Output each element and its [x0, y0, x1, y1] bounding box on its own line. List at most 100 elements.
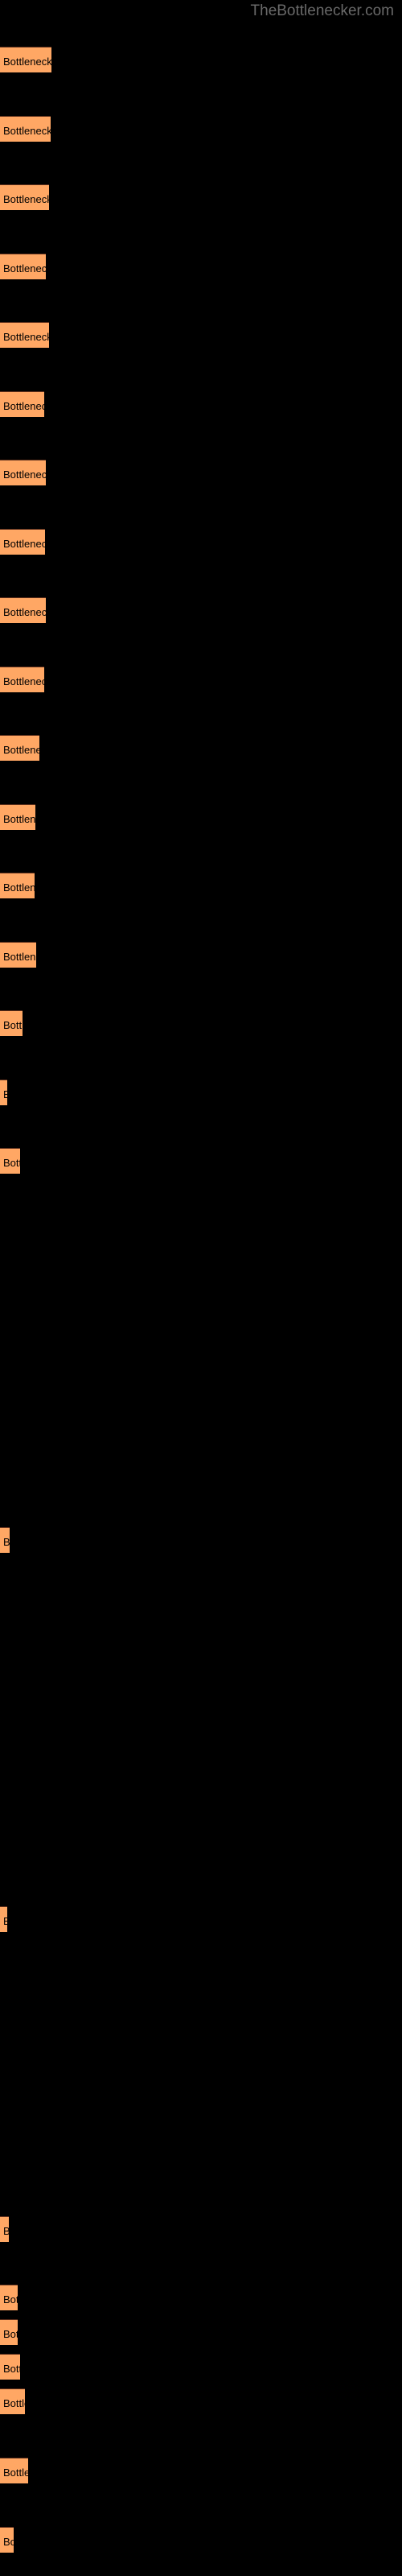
bar-label: Bottleneck result — [3, 2467, 28, 2479]
chart-bar: Bottleneck result — [0, 1148, 20, 1174]
chart-bar: Bottleneck result — [0, 2388, 25, 2414]
chart-bar: Bottleneck result — [0, 460, 46, 485]
chart-bar: Bottleneck result — [0, 184, 49, 210]
chart-bar: Bottleneck result — [0, 1010, 23, 1036]
bar-row: Bottleneck result — [0, 873, 402, 898]
bar-row: Bottleneck result — [0, 2285, 402, 2310]
chart-bar: Bottleneck result — [0, 1527, 10, 1553]
bar-row: Bottleneck result — [0, 667, 402, 692]
chart-bar: Bottleneck result — [0, 873, 35, 898]
bar-label-clip: Bottleneck result — [0, 667, 44, 692]
bar-label-clip: Bottleneck result — [0, 1080, 7, 1105]
bar-label-clip: Bottleneck result — [0, 2528, 14, 2553]
bar-label: Bottleneck result — [3, 1916, 7, 1926]
bar-label-clip: Bottleneck result — [0, 1907, 7, 1932]
bar-label-clip: Bottleneck result — [0, 1149, 20, 1174]
bar-label-clip: Bottleneck result — [0, 2458, 28, 2483]
bar-label-clip: Bottleneck result — [0, 2217, 9, 2242]
bar-label-clip: Bottleneck result — [0, 392, 44, 417]
bar-label: Bottleneck result — [3, 331, 49, 343]
bar-row: Bottleneck result — [0, 735, 402, 761]
bar-row: Bottleneck result — [0, 529, 402, 555]
bar-label: Bottleneck result — [3, 2226, 9, 2236]
bar-label: Bottleneck result — [3, 2363, 20, 2375]
bar-label: Bottleneck result — [3, 193, 49, 205]
bar-row: Bottleneck result — [0, 1080, 402, 1105]
bar-label: Bottleneck result — [3, 813, 35, 825]
bar-label-clip: Bottleneck result — [0, 185, 49, 210]
bar-label: Bottleneck result — [3, 1089, 7, 1100]
chart-bar: Bottleneck result — [0, 2354, 20, 2380]
chart-bar: Bottleneck result — [0, 2319, 18, 2345]
bar-label: Bottleneck result — [3, 1157, 20, 1169]
bar-label-clip: Bottleneck result — [0, 47, 51, 72]
chart-bar: Bottleneck result — [0, 1080, 7, 1105]
chart-bar: Bottleneck result — [0, 597, 46, 623]
bar-row: Bottleneck result — [0, 460, 402, 485]
chart-bar: Bottleneck result — [0, 2285, 18, 2310]
bar-row: Bottleneck result — [0, 254, 402, 279]
bar-row: Bottleneck result — [0, 2458, 402, 2483]
bar-row: Bottleneck result — [0, 116, 402, 142]
bar-label-clip: Bottleneck result — [0, 943, 36, 968]
bar-label: Bottleneck result — [3, 2397, 25, 2409]
chart-bar: Bottleneck result — [0, 1906, 7, 1932]
chart-bar: Bottleneck result — [0, 2216, 9, 2242]
bar-row: Bottleneck result — [0, 2319, 402, 2345]
chart-bar: Bottleneck result — [0, 47, 51, 72]
bar-label-clip: Bottleneck result — [0, 1011, 23, 1036]
chart-bar: Bottleneck result — [0, 116, 51, 142]
bar-label: Bottleneck result — [3, 400, 44, 412]
bar-row: Bottleneck result — [0, 184, 402, 210]
bar-label: Bottleneck result — [3, 262, 46, 275]
chart-bar: Bottleneck result — [0, 2458, 28, 2483]
chart-bar: Bottleneck result — [0, 667, 44, 692]
bar-label-clip: Bottleneck result — [0, 598, 46, 623]
bar-label-clip: Bottleneck result — [0, 530, 45, 555]
bar-label: Bottleneck result — [3, 675, 44, 687]
bar-label-clip: Bottleneck result — [0, 736, 39, 761]
bar-label: Bottleneck result — [3, 881, 35, 894]
chart-bar: Bottleneck result — [0, 391, 44, 417]
bar-label-clip: Bottleneck result — [0, 460, 46, 485]
bar-label: Bottleneck result — [3, 2536, 14, 2548]
bar-label-clip: Bottleneck result — [0, 2355, 20, 2380]
bar-label-clip: Bottleneck result — [0, 2389, 25, 2414]
bar-label-clip: Bottleneck result — [0, 2320, 18, 2345]
horizontal-bar-chart: Bottleneck result Bottleneck result Bottle… — [0, 0, 402, 2576]
bar-row: Bottleneck result — [0, 322, 402, 348]
bar-label: Bottleneck result — [3, 1019, 23, 1031]
bar-label: Bottleneck result — [3, 1536, 10, 1548]
chart-bar: Bottleneck result — [0, 804, 35, 830]
chart-bar: Bottleneck result — [0, 254, 46, 279]
bar-row: Bottleneck result — [0, 1148, 402, 1174]
bar-label: Bottleneck result — [3, 951, 36, 963]
bar-row: Bottleneck result — [0, 2388, 402, 2414]
chart-bar: Bottleneck result — [0, 2527, 14, 2553]
bar-label-clip: Bottleneck result — [0, 1528, 10, 1553]
chart-bar: Bottleneck result — [0, 322, 49, 348]
bar-row: Bottleneck result — [0, 2527, 402, 2553]
chart-bar: Bottleneck result — [0, 735, 39, 761]
bar-row: Bottleneck result — [0, 47, 402, 72]
bar-row: Bottleneck result — [0, 1010, 402, 1036]
bar-row: Bottleneck result — [0, 2216, 402, 2242]
bar-row: Bottleneck result — [0, 597, 402, 623]
bar-row: Bottleneck result — [0, 1906, 402, 1932]
bar-label-clip: Bottleneck result — [0, 2285, 18, 2310]
bar-label-clip: Bottleneck result — [0, 254, 46, 279]
bar-label-clip: Bottleneck result — [0, 117, 51, 142]
bar-row: Bottleneck result — [0, 804, 402, 830]
bar-label: Bottleneck result — [3, 2328, 18, 2340]
chart-bar: Bottleneck result — [0, 529, 45, 555]
bar-label-clip: Bottleneck result — [0, 805, 35, 830]
bar-row: Bottleneck result — [0, 1527, 402, 1553]
bar-label: Bottleneck result — [3, 56, 51, 68]
bar-row: Bottleneck result — [0, 391, 402, 417]
bar-label: Bottleneck result — [3, 606, 46, 618]
bar-label: Bottleneck result — [3, 2293, 18, 2306]
chart-bar: Bottleneck result — [0, 942, 36, 968]
bar-label: Bottleneck result — [3, 538, 45, 550]
bar-label-clip: Bottleneck result — [0, 873, 35, 898]
bar-label: Bottleneck result — [3, 469, 46, 481]
